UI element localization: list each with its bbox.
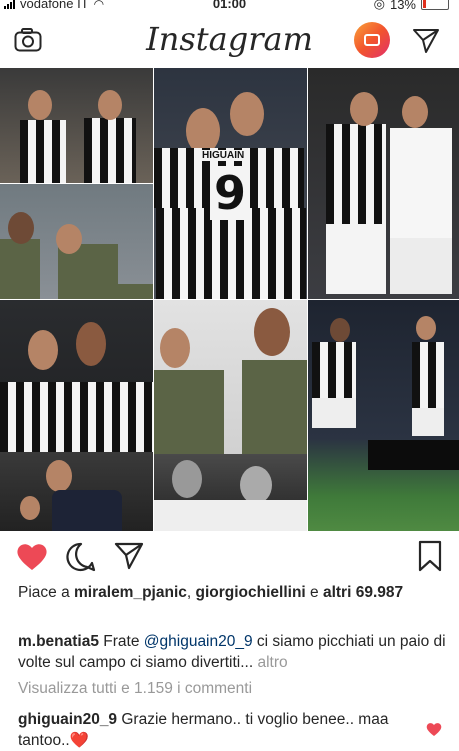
collage-photo-5 [0,300,153,531]
likes-others-link[interactable]: altri 69.987 [323,584,403,601]
likes-separator: , [186,584,196,601]
post-caption: m.benatia5 Frate @ghiguain20_9 ci siamo … [18,631,448,673]
caption-pre: Frate [98,633,144,650]
status-bar: vodafone IT ◠ 01:00 ◎ 13% [0,0,459,12]
likes-prefix: Piace a [18,584,75,601]
likes-and: e [305,584,323,601]
caption-username[interactable]: m.benatia5 [18,633,99,650]
jersey-number: 9 [210,166,251,220]
view-all-comments-link[interactable]: Visualizza tutti e 1.159 i commenti [18,680,252,698]
collage-photo-2: HIGUAIN 9 [154,68,307,299]
collage-photo-1 [0,68,153,183]
liker-link-1[interactable]: miralem_pjanic [74,584,187,601]
comment-icon[interactable] [66,542,96,572]
instagram-logo: Instagram [146,20,313,58]
send-icon[interactable] [412,28,440,54]
comment-like-heart-icon[interactable] [426,722,442,737]
save-bookmark-icon[interactable] [418,540,442,572]
post-action-bar [0,538,459,574]
post-image-collage[interactable]: HIGUAIN 9 [0,68,459,531]
alarm-icon: ◎ [373,0,385,11]
comment-username[interactable]: ghiguain20_9 [18,711,117,728]
collage-photo-3 [308,68,459,299]
comment-item: ghiguain20_9 Grazie hermano.. ti voglio … [18,709,418,751]
battery-percent: 13% [389,0,416,12]
likes-summary[interactable]: Piace a miralem_pjanic, giorgiochiellini… [18,583,448,603]
collage-photo-6 [154,300,307,531]
collage-photo-4 [0,184,153,299]
like-heart-icon[interactable] [16,542,48,572]
battery-group: ◎ 13% [374,0,449,12]
igtv-icon[interactable] [354,22,390,58]
liker-link-2[interactable]: giorgiochiellini [196,584,306,601]
caption-mention[interactable]: @ghiguain20_9 [144,633,253,650]
collage-photo-7 [308,300,459,531]
share-icon[interactable] [114,542,144,570]
top-nav: Instagram [0,12,459,68]
battery-icon [421,0,449,10]
jersey-name-label: HIGUAIN [200,150,247,161]
comment-heart-emoji: ❤️ [69,732,90,749]
caption-more-link[interactable]: altro [253,654,287,671]
